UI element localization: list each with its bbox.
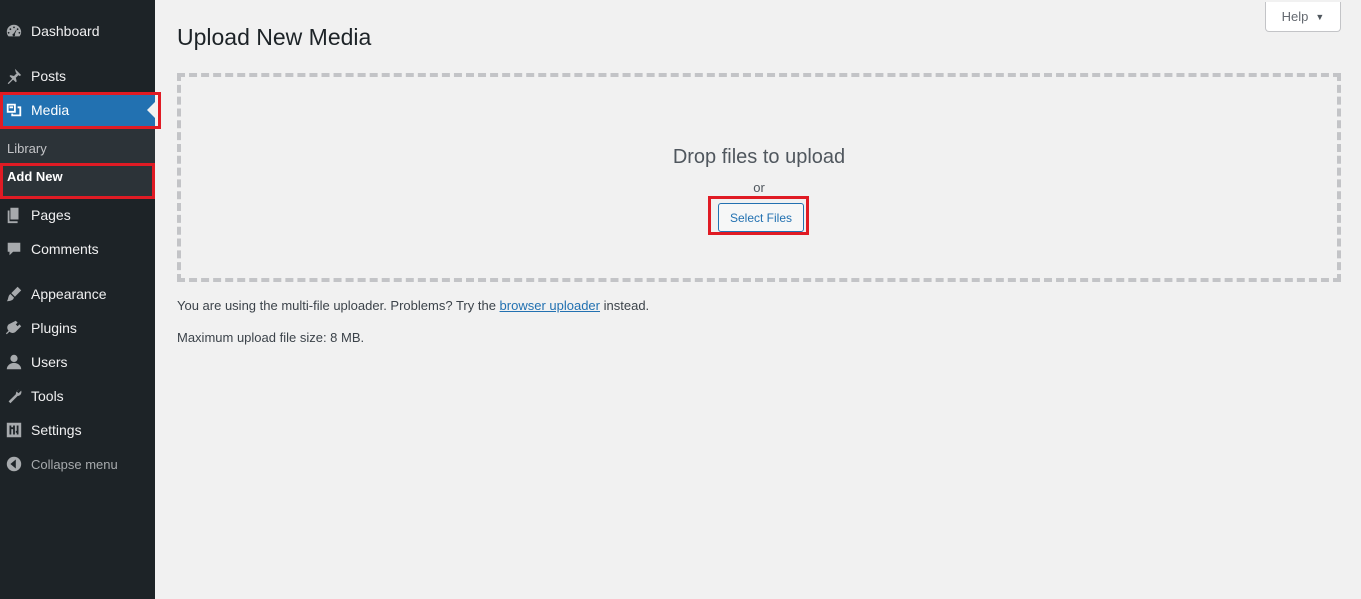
sidebar-item-pages[interactable]: Pages [0,198,155,232]
sidebar-item-label: Comments [31,241,99,257]
browser-uploader-link[interactable]: browser uploader [500,298,600,313]
current-menu-arrow [147,102,155,118]
media-submenu [0,127,155,197]
collapse-menu-label: Collapse menu [31,456,118,472]
or-separator: or [753,180,765,195]
sidebar-item-media[interactable]: Media [0,93,155,127]
media-icon [4,100,24,120]
collapse-menu-button[interactable]: Collapse menu [0,447,155,481]
sidebar-item-label: Dashboard [31,23,100,39]
sidebar-item-label: Settings [31,422,82,438]
sidebar-item-label: Pages [31,207,71,223]
sidebar-item-dashboard[interactable]: Dashboard [0,14,155,48]
help-button[interactable]: Help ▼ [1265,2,1341,32]
sidebar-item-comments[interactable]: Comments [0,232,155,266]
collapse-icon [4,454,24,474]
wrench-icon [4,386,24,406]
uploader-info-prefix: You are using the multi-file uploader. P… [177,298,496,313]
settings-icon [4,420,24,440]
plugin-icon [4,318,24,338]
sidebar-item-settings[interactable]: Settings [0,413,155,447]
admin-sidebar: Dashboard Posts Media Library Add New Pa… [0,0,155,599]
caret-down-icon: ▼ [1315,11,1325,22]
sidebar-item-tools[interactable]: Tools [0,379,155,413]
upload-drop-zone[interactable]: Drop files to upload or Select Files [177,73,1341,282]
page-title: Upload New Media [177,24,372,50]
sidebar-item-label: Tools [31,388,64,404]
submenu-item-add-new[interactable]: Add New [7,169,63,184]
drop-instruction: Drop files to upload [672,146,846,168]
sidebar-item-label: Users [31,354,68,370]
brush-icon [4,284,24,304]
sidebar-item-users[interactable]: Users [0,345,155,379]
help-label: Help [1281,9,1309,24]
comment-icon [4,239,24,259]
select-files-button[interactable]: Select Files [718,203,804,232]
sidebar-item-plugins[interactable]: Plugins [0,311,155,345]
sidebar-item-label: Posts [31,68,67,84]
max-upload-size: Maximum upload file size: 8 MB. [177,330,365,345]
sidebar-item-label: Plugins [31,320,77,336]
uploader-info-suffix: instead. [603,298,650,313]
sidebar-item-posts[interactable]: Posts [0,59,155,93]
uploader-info: You are using the multi-file uploader. P… [177,298,649,313]
dashboard-icon [4,21,24,41]
sidebar-item-appearance[interactable]: Appearance [0,277,155,311]
submenu-item-library[interactable]: Library [7,141,47,156]
sidebar-item-label: Appearance [31,286,107,302]
pin-icon [4,66,24,86]
pages-icon [4,205,24,225]
user-icon [4,352,24,372]
sidebar-item-label: Media [31,102,70,118]
